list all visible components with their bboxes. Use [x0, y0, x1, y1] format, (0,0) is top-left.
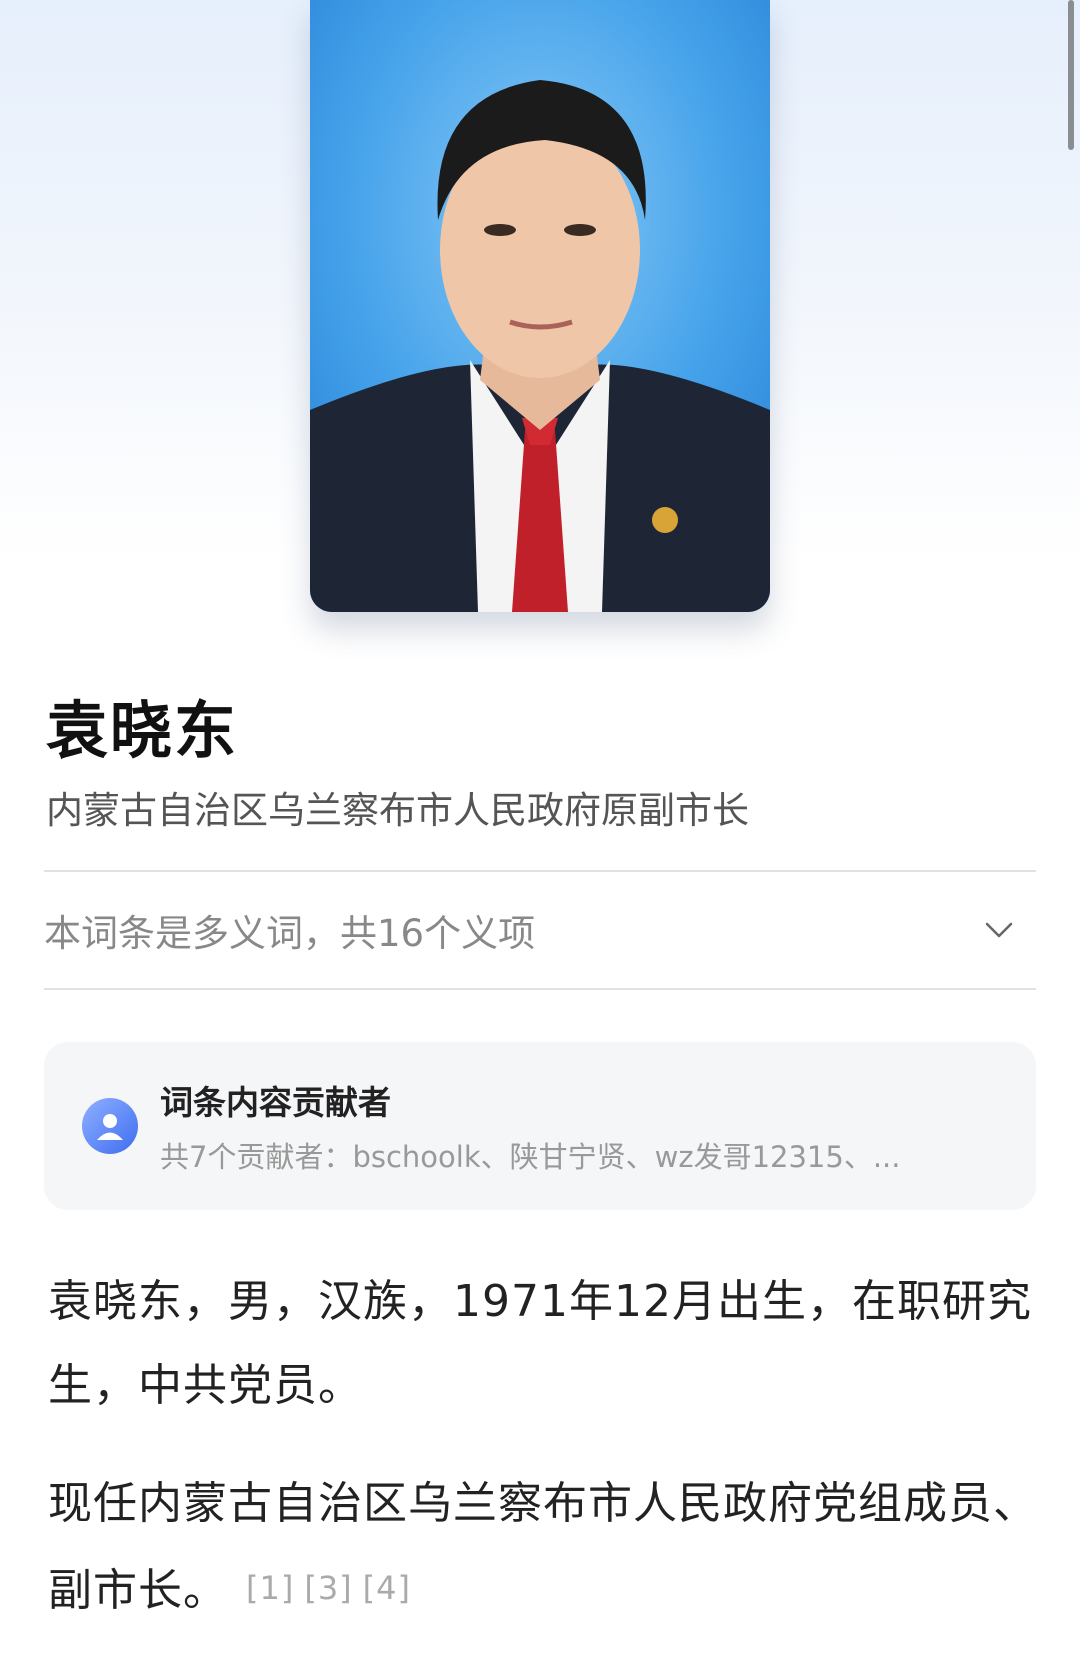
contributors-card[interactable]: 词条内容贡献者 共7个贡献者：bschoolk、陕甘宁贤、wz发哥12315、.…	[44, 1042, 1036, 1210]
citation-1[interactable]: [1]	[246, 1569, 294, 1607]
entry-title: 袁晓东	[46, 694, 239, 767]
divider	[44, 988, 1036, 990]
contributors-summary: 共7个贡献者：bschoolk、陕甘宁贤、wz发哥12315、...	[160, 1140, 901, 1174]
position-paragraph: 现任内蒙古自治区乌兰察布市人民政府党组成员、副市长。 [1] [3] [4]	[48, 1462, 1038, 1633]
citation-3[interactable]: [3]	[304, 1569, 352, 1607]
intro-paragraph: 袁晓东，男，汉族，1971年12月出生，在职研究生，中共党员。	[48, 1276, 1032, 1411]
polysemy-text: 本词条是多义词，共16个义项	[44, 912, 536, 955]
citation-4[interactable]: [4]	[363, 1569, 411, 1607]
position-text: 现任内蒙古自治区乌兰察布市人民政府党组成员、副市长。	[48, 1478, 1038, 1616]
user-avatar-icon	[82, 1098, 138, 1154]
contributors-title: 词条内容贡献者	[160, 1083, 391, 1122]
chevron-down-icon[interactable]	[984, 920, 1014, 940]
scrollbar[interactable]	[1068, 0, 1074, 150]
polysemy-selector[interactable]: 本词条是多义词，共16个义项	[44, 872, 1036, 988]
entry-portrait-image[interactable]	[310, 0, 770, 612]
entry-subtitle: 内蒙古自治区乌兰察布市人民政府原副市长	[46, 789, 749, 832]
